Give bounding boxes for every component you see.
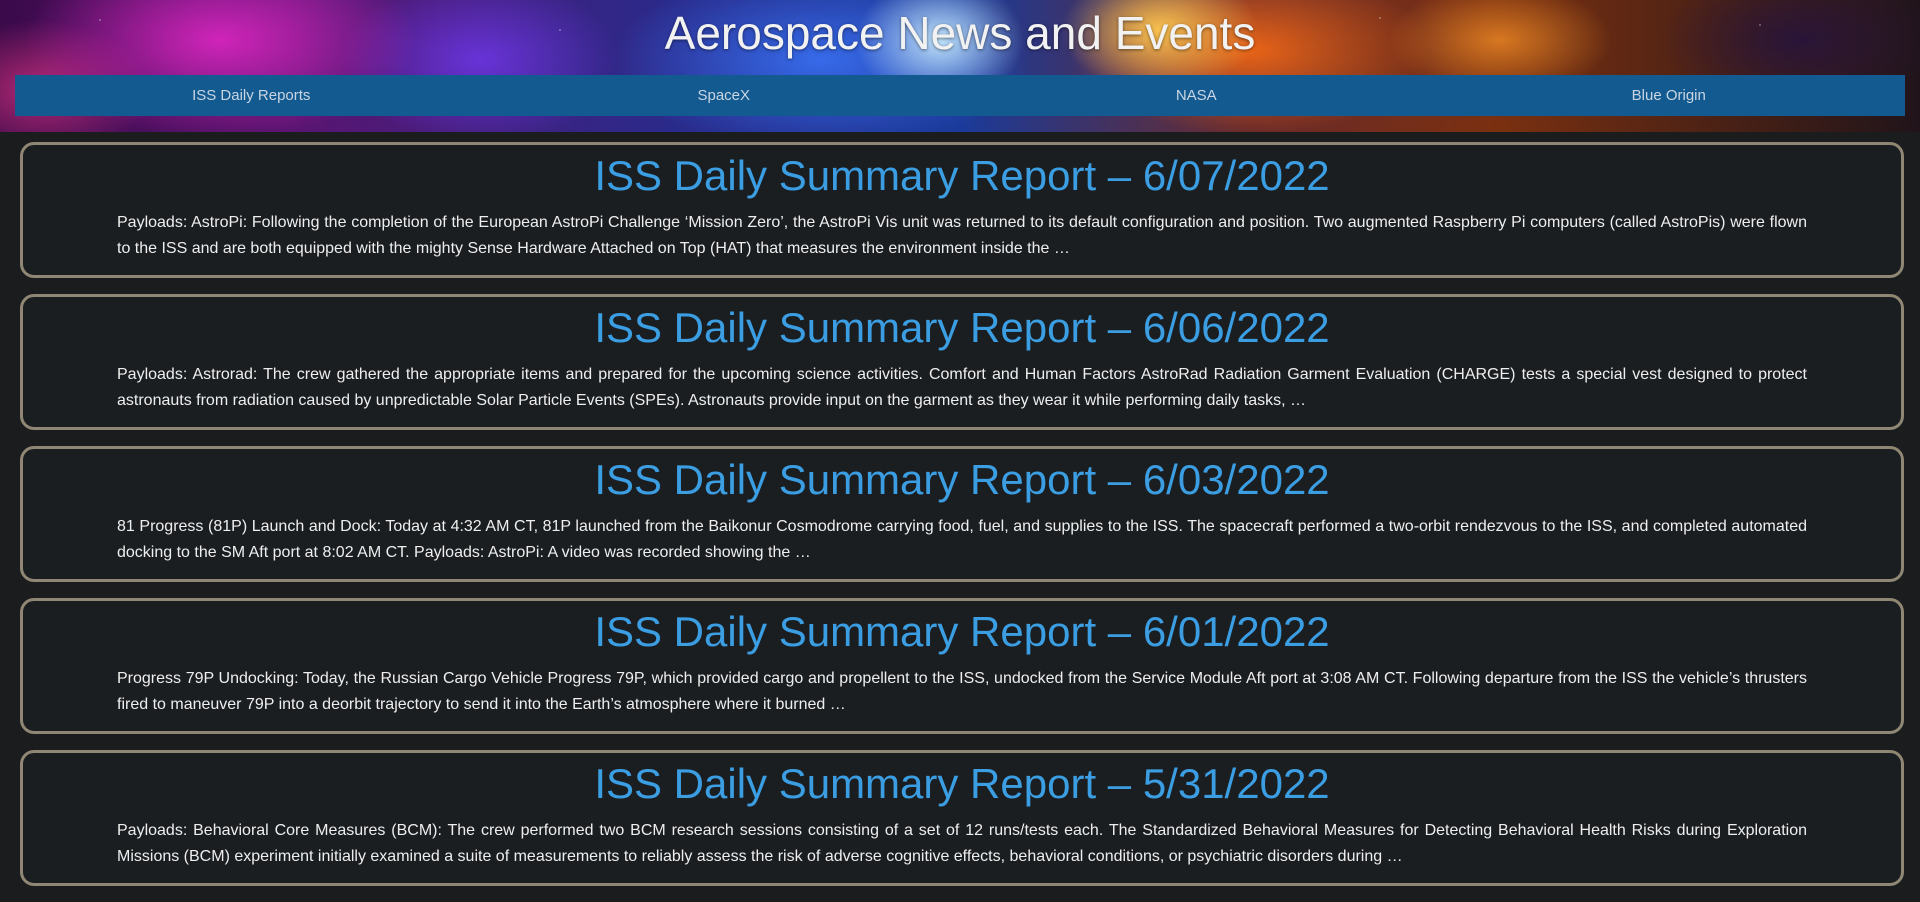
post-title-link[interactable]: ISS Daily Summary Report – 6/07/2022 [117, 151, 1807, 201]
post-card: ISS Daily Summary Report – 6/03/2022 81 … [20, 446, 1904, 582]
post-card: ISS Daily Summary Report – 6/07/2022 Pay… [20, 142, 1904, 278]
post-card: ISS Daily Summary Report – 6/01/2022 Pro… [20, 598, 1904, 734]
post-excerpt: Payloads: Behavioral Core Measures (BCM)… [117, 822, 1807, 865]
post-excerpt: Payloads: AstroPi: Following the complet… [117, 214, 1807, 257]
post-excerpt: Payloads: Astrorad: The crew gathered th… [117, 366, 1807, 409]
main-nav: ISS Daily Reports SpaceX NASA Blue Origi… [15, 75, 1905, 116]
post-excerpt: 81 Progress (81P) Launch and Dock: Today… [117, 518, 1807, 561]
post-card: ISS Daily Summary Report – 6/06/2022 Pay… [20, 294, 1904, 430]
nav-item-spacex[interactable]: SpaceX [488, 75, 961, 116]
nav-item-nasa[interactable]: NASA [960, 75, 1433, 116]
post-feed: ISS Daily Summary Report – 6/07/2022 Pay… [20, 142, 1904, 902]
post-title-link[interactable]: ISS Daily Summary Report – 6/01/2022 [117, 607, 1807, 657]
site-title: Aerospace News and Events [664, 7, 1256, 59]
post-card: ISS Daily Summary Report – 5/31/2022 Pay… [20, 750, 1904, 886]
post-excerpt: Progress 79P Undocking: Today, the Russi… [117, 670, 1807, 713]
post-title-link[interactable]: ISS Daily Summary Report – 5/31/2022 [117, 759, 1807, 809]
nav-item-blue-origin[interactable]: Blue Origin [1433, 75, 1906, 116]
site-header: Aerospace News and Events ISS Daily Repo… [0, 0, 1920, 132]
nav-item-iss-daily-reports[interactable]: ISS Daily Reports [15, 75, 488, 116]
post-title-link[interactable]: ISS Daily Summary Report – 6/06/2022 [117, 303, 1807, 353]
post-title-link[interactable]: ISS Daily Summary Report – 6/03/2022 [117, 455, 1807, 505]
